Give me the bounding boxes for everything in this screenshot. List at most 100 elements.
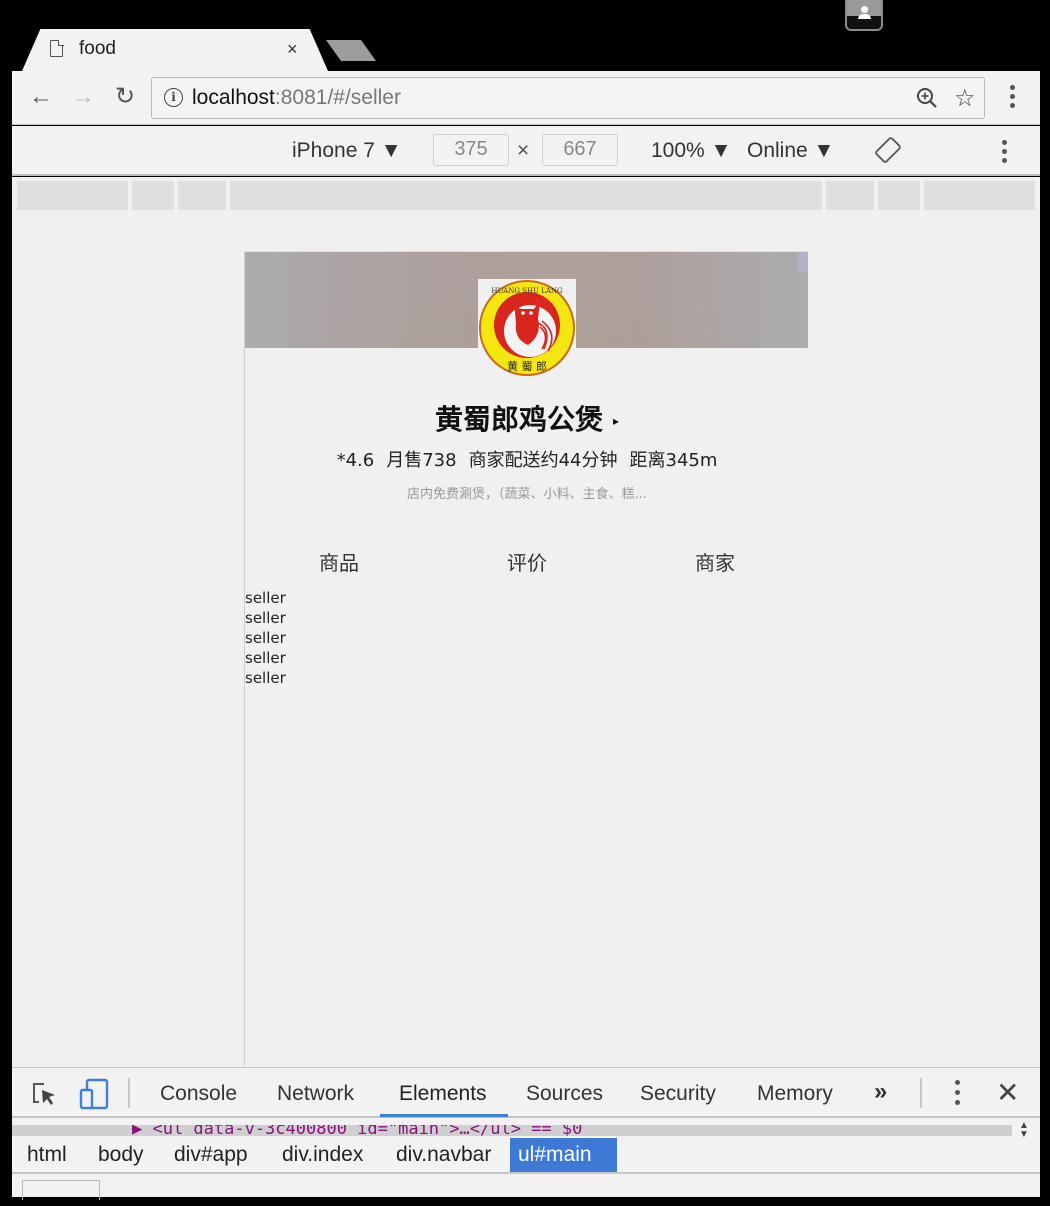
triangle-right-icon[interactable]: ▸ [613, 414, 619, 428]
width-input[interactable]: 375 [433, 134, 509, 166]
device-name: iPhone 7 [292, 139, 375, 162]
bookmark-star-icon[interactable]: ☆ [954, 84, 976, 113]
list-item: seller [245, 629, 286, 647]
crumb-ul-main[interactable]: ul#main [510, 1138, 617, 1172]
separator [128, 1078, 130, 1108]
device-toolbar: iPhone 7 ▼ 375 × 667 100% ▼ Online ▼ [12, 126, 1040, 176]
tab-seller[interactable]: 商家 [621, 547, 808, 577]
address-bar[interactable]: i localhost:8081/#/seller ☆ [151, 77, 985, 119]
devtools-tabbar: Console Network Elements Sources Securit… [12, 1068, 1040, 1118]
list-item: seller [245, 669, 286, 687]
dom-node-text: ▶ <ul data-v-3c400800 id="main">…</ul> =… [132, 1125, 583, 1136]
close-devtools-icon[interactable]: ✕ [996, 1076, 1019, 1109]
media-query-bar[interactable] [230, 181, 822, 210]
tab-goods[interactable]: 商品 [245, 547, 433, 577]
crumb-body[interactable]: body [90, 1138, 152, 1172]
separator [920, 1078, 922, 1108]
crumb-html[interactable]: html [19, 1138, 75, 1172]
browser-toolbar: ← → ↻ i localhost:8081/#/seller ☆ [12, 71, 1040, 125]
dot [1002, 158, 1007, 163]
active-tab-indicator [380, 1114, 508, 1117]
tab-console[interactable]: Console [160, 1082, 237, 1106]
profile-button[interactable] [845, 0, 883, 31]
person-icon-body [858, 14, 871, 19]
list-item: seller [245, 589, 286, 607]
device-select[interactable]: iPhone 7 ▼ [292, 139, 402, 163]
dot [1010, 103, 1015, 108]
dom-breadcrumbs: html body div#app div.index div.navbar u… [12, 1138, 1040, 1174]
reload-icon[interactable]: ↻ [110, 83, 140, 111]
shop-name[interactable]: 黄蜀郎鸡公煲 ▸ [245, 398, 808, 438]
styles-filter-box[interactable] [22, 1180, 100, 1200]
tab-ratings[interactable]: 评价 [433, 547, 621, 577]
caret-down-icon: ▼ [813, 139, 835, 162]
caret-down-icon: ▼ [380, 139, 402, 162]
dot [1010, 85, 1015, 90]
media-query-bar[interactable] [17, 181, 128, 210]
crumb-div-navbar[interactable]: div.navbar [388, 1138, 499, 1172]
scroll-arrows-icon[interactable]: ▲ ▼ [1019, 1121, 1029, 1140]
zoom-value: 100% [651, 139, 705, 162]
throttle-value: Online [747, 139, 808, 162]
zoom-select[interactable]: 100% ▼ [651, 139, 731, 163]
tab-elements[interactable]: Elements [399, 1082, 487, 1106]
banner-accent [797, 252, 808, 272]
media-query-bar[interactable] [826, 181, 874, 210]
device-viewport: HUANG SHU LANG 黄 蜀 郎 黄蜀郎鸡公煲 ▸ *4.6 月售738 商家… [244, 251, 808, 1067]
devtools-menu-icon[interactable] [947, 1078, 967, 1110]
caret-down-icon: ▼ [710, 139, 732, 162]
media-query-bar[interactable] [178, 181, 226, 210]
browser-tab-content: food × [22, 29, 328, 71]
tab-title: food [79, 38, 116, 59]
height-input[interactable]: 667 [542, 134, 618, 166]
zoom-in-icon[interactable] [916, 87, 938, 109]
shop-notice: 店内免费涮煲，（蔬菜、小料、主食、糕... [407, 487, 647, 502]
logo-text-top: HUANG SHU LANG [491, 287, 563, 295]
dot [955, 1080, 960, 1085]
inspect-element-icon[interactable] [30, 1080, 58, 1108]
media-query-bar[interactable] [878, 181, 920, 210]
dot [1002, 149, 1007, 154]
media-query-bar[interactable] [132, 181, 174, 210]
crumb-div-index[interactable]: div.index [274, 1138, 371, 1172]
rotate-icon[interactable] [874, 136, 902, 164]
media-query-bar[interactable] [924, 181, 1035, 210]
tab-network[interactable]: Network [277, 1082, 354, 1106]
tab-sources[interactable]: Sources [526, 1082, 603, 1106]
url-path: :8081/#/seller [274, 86, 401, 109]
person-icon [861, 6, 868, 13]
dimension-separator: × [517, 139, 530, 162]
dom-tree-selected-node[interactable]: ▶ <ul data-v-3c400800 id="main">…</ul> =… [12, 1125, 1012, 1136]
device-mode-icon[interactable] [79, 1078, 109, 1110]
dot [1010, 94, 1015, 99]
browser-menu-icon[interactable] [1002, 83, 1022, 113]
info-icon[interactable]: i [164, 88, 183, 107]
more-tabs-icon[interactable]: » [874, 1078, 887, 1106]
list-item: seller [245, 609, 286, 627]
device-toolbar-menu-icon[interactable] [994, 138, 1014, 168]
tab-security[interactable]: Security [640, 1082, 716, 1106]
throttle-select[interactable]: Online ▼ [747, 139, 834, 163]
close-tab-icon[interactable]: × [287, 39, 298, 60]
shop-stats: *4.6 月售738 商家配送约44分钟 距离345m [245, 446, 808, 472]
shop-name-text: 黄蜀郎鸡公煲 [434, 403, 603, 436]
forward-arrow-icon[interactable]: → [68, 83, 98, 111]
dot [1002, 140, 1007, 145]
rating: *4.6 [336, 450, 375, 471]
tab-memory[interactable]: Memory [757, 1082, 833, 1106]
dot [955, 1090, 960, 1095]
back-arrow-icon[interactable]: ← [26, 83, 56, 111]
browser-window: food × ← → ↻ i localhost:8081/#/seller ☆… [0, 0, 1050, 1206]
main-list: seller seller seller seller seller [245, 588, 286, 688]
devtools-panel: Console Network Elements Sources Securit… [12, 1067, 1040, 1200]
monthly-sales: 月售738 [386, 450, 457, 471]
url-host: localhost [192, 86, 275, 109]
document-icon [50, 39, 64, 57]
navbar-tabs: 商品 评价 商家 [245, 547, 808, 577]
delivery-time: 商家配送约44分钟 [468, 450, 618, 471]
dot [955, 1100, 960, 1105]
url-text[interactable]: localhost:8081/#/seller [192, 86, 401, 110]
new-tab-button[interactable] [326, 40, 376, 61]
crumb-div-app[interactable]: div#app [166, 1138, 256, 1172]
shop-logo: HUANG SHU LANG 黄 蜀 郎 [478, 279, 576, 377]
